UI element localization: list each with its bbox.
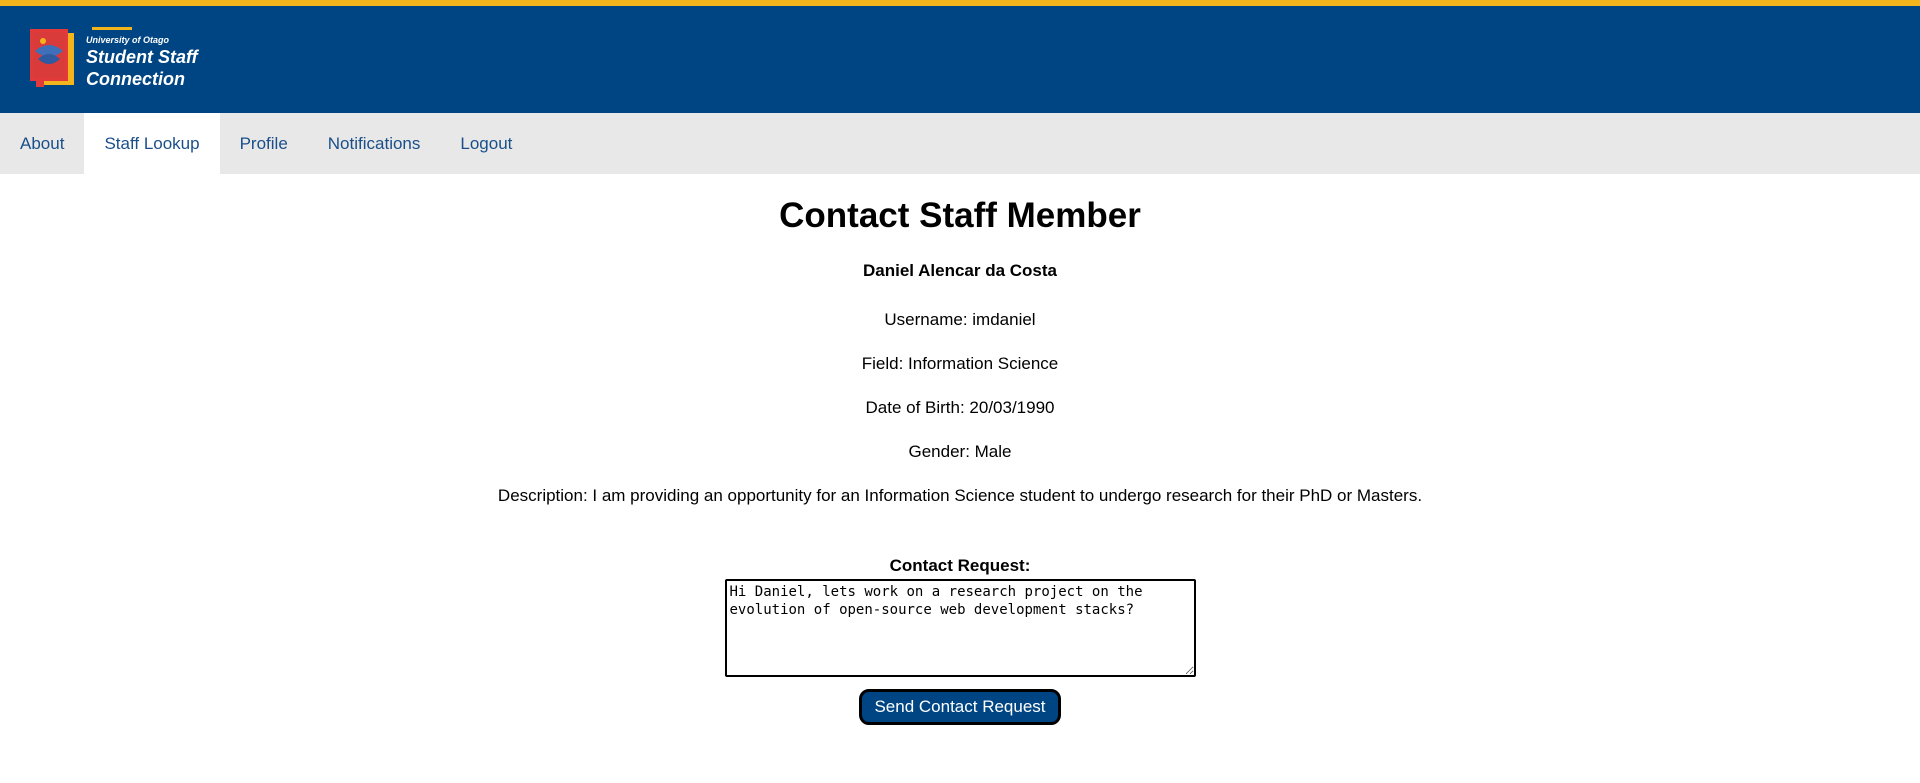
nav-item-logout[interactable]: Logout <box>440 113 532 174</box>
logo-accent-bar <box>92 27 132 30</box>
site-logo[interactable]: University of Otago Student Staff Connec… <box>30 27 198 90</box>
nav-item-notifications[interactable]: Notifications <box>308 113 441 174</box>
main-content: Contact Staff Member Daniel Alencar da C… <box>0 174 1920 725</box>
main-nav: About Staff Lookup Profile Notifications… <box>0 113 1920 174</box>
staff-date-of-birth: Date of Birth: 20/03/1990 <box>865 398 1055 417</box>
logo-title-line2: Connection <box>86 69 185 89</box>
logo-title-line1: Student Staff <box>86 47 198 67</box>
staff-username: Username: imdaniel <box>884 310 1036 329</box>
contact-request-textarea[interactable]: Hi Daniel, lets work on a research proje… <box>724 579 1196 677</box>
logo-university: University of Otago <box>86 35 170 45</box>
page-title: Contact Staff Member <box>779 196 1141 235</box>
logo-wordmark: University of Otago Student Staff Connec… <box>86 27 198 90</box>
nav-item-staff-lookup[interactable]: Staff Lookup <box>84 113 220 174</box>
staff-field: Field: Information Science <box>861 354 1059 373</box>
send-contact-request-button[interactable]: Send Contact Request <box>859 689 1061 725</box>
staff-name: Daniel Alencar da Costa <box>863 261 1057 280</box>
site-header: University of Otago Student Staff Connec… <box>0 6 1920 113</box>
nav-item-about[interactable]: About <box>0 113 84 174</box>
nav-item-profile[interactable]: Profile <box>220 113 308 174</box>
contact-request-label: Contact Request: <box>889 556 1031 575</box>
staff-description: Description: I am providing an opportuni… <box>497 486 1423 505</box>
staff-gender: Gender: Male <box>908 442 1012 461</box>
university-crest-icon <box>30 27 76 89</box>
